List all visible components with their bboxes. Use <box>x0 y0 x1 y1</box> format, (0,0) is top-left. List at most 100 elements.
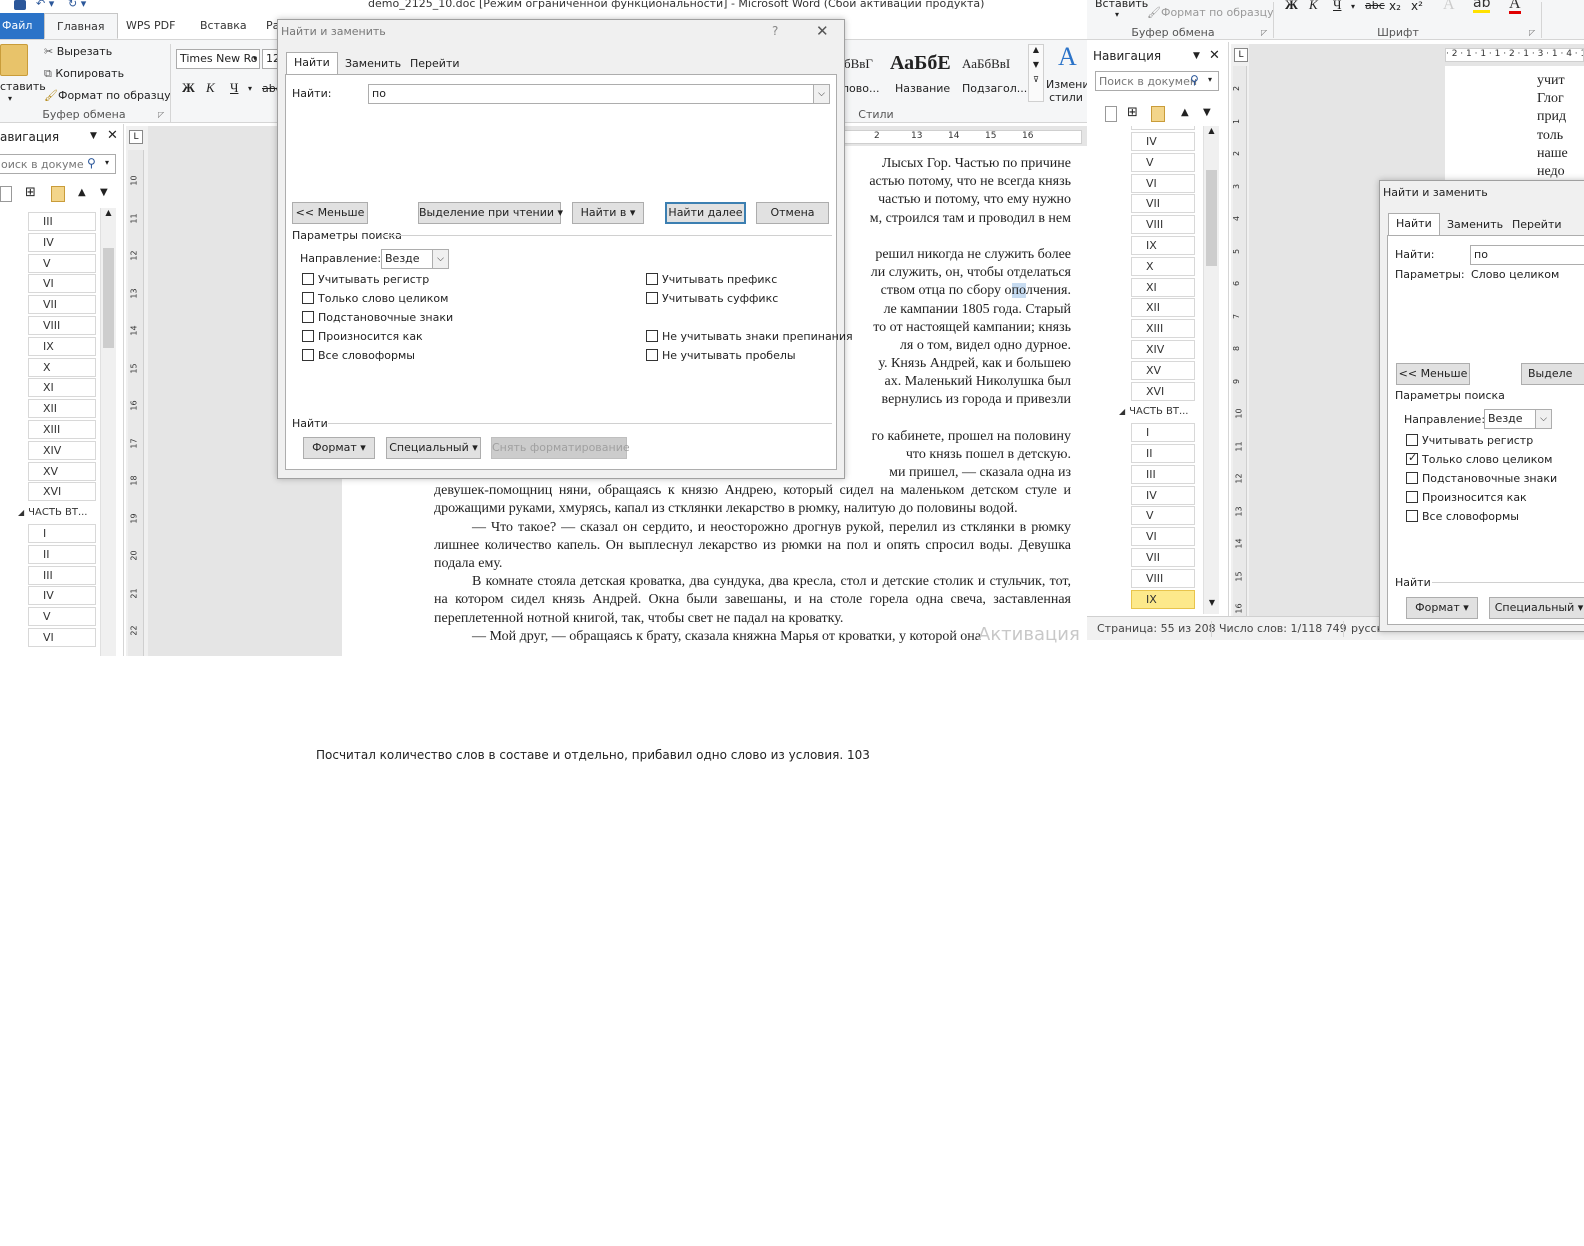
next-heading-icon[interactable]: ▼ <box>100 187 108 198</box>
nav-heading-item[interactable] <box>1131 126 1195 130</box>
nav-heading-item[interactable]: VIII <box>1131 215 1195 235</box>
strikethrough-button[interactable]: abc <box>1365 0 1385 12</box>
nav-heading-item[interactable]: IX <box>1131 236 1195 255</box>
find-next-button[interactable]: Найти далее <box>665 202 746 224</box>
cut-button[interactable]: ✂ Вырезать <box>44 45 112 58</box>
nav-heading-item[interactable]: XIV <box>28 440 96 460</box>
help-icon[interactable]: ? <box>772 24 778 38</box>
tab-selector-icon[interactable]: L <box>1234 48 1248 62</box>
nav-heading-item[interactable]: V <box>28 253 96 273</box>
nav-heading-item[interactable]: XI <box>1131 277 1195 297</box>
paste-dropdown-icon[interactable]: ▾ <box>8 94 12 103</box>
nav-search-input[interactable]: оиск в докуме ⚲ ▾ <box>0 154 116 174</box>
nav-heading-item[interactable]: IV <box>1131 132 1195 151</box>
cancel-button[interactable]: Отмена <box>756 202 829 224</box>
paste-button[interactable]: ставить <box>0 80 46 93</box>
nav-heading-item[interactable]: VII <box>28 295 96 315</box>
nav-part-heading[interactable]: ◢ ЧАСТЬ ВТ... <box>1119 402 1199 421</box>
nav-heading-item[interactable]: XVI <box>1131 381 1195 401</box>
format-button[interactable]: Формат ▾ <box>1406 597 1478 619</box>
nav-scrollbar[interactable]: ▲ ▼ <box>1203 126 1219 614</box>
option-checkbox[interactable]: Учитывать суффикс <box>646 292 778 305</box>
dialog-launcher-icon[interactable]: ◸ <box>158 110 164 119</box>
tab-wps-pdf[interactable]: WPS PDF <box>114 13 187 39</box>
nav-heading-item[interactable]: VI <box>28 628 96 647</box>
nav-part-heading[interactable]: ◢ ЧАСТЬ ВТ... <box>18 503 96 522</box>
pages-view-icon[interactable]: ⊞ <box>25 186 39 202</box>
bold-button[interactable]: Ж <box>182 80 195 96</box>
underline-button[interactable]: Ч <box>1333 0 1341 13</box>
option-checkbox[interactable]: Учитывать регистр <box>302 273 429 286</box>
reading-highlight-button[interactable]: Выделе <box>1521 363 1584 385</box>
scroll-thumb[interactable] <box>1206 170 1217 266</box>
checkbox-icon[interactable] <box>302 273 314 285</box>
nav-heading-item[interactable]: XIII <box>28 420 96 439</box>
checkbox-icon[interactable] <box>1406 451 1418 465</box>
prev-heading-icon[interactable]: ▲ <box>1181 107 1189 118</box>
nav-heading-item-selected[interactable]: IX <box>1131 589 1195 609</box>
nav-heading-item[interactable]: V <box>1131 152 1195 172</box>
option-checkbox[interactable]: Не учитывать знаки препинания <box>646 330 853 343</box>
option-checkbox[interactable]: Не учитывать пробелы <box>646 349 796 362</box>
font-color-icon[interactable]: A <box>1509 0 1521 14</box>
tab-find[interactable]: Найти <box>286 52 338 75</box>
chevron-down-icon[interactable]: ▾ <box>1351 2 1355 11</box>
tab-goto[interactable]: Перейти <box>403 54 467 74</box>
option-checkbox[interactable]: Учитывать регистр <box>1406 434 1533 447</box>
chevron-down-icon[interactable]: ▾ <box>1208 75 1212 84</box>
format-painter-button[interactable]: 🖌Формат по образцу <box>1147 6 1274 19</box>
nav-heading-item[interactable]: IV <box>28 232 96 252</box>
italic-button[interactable]: К <box>1309 0 1318 13</box>
option-checkbox[interactable]: Подстановочные знаки <box>1406 472 1557 485</box>
scroll-up-icon[interactable]: ▲ <box>1204 126 1219 135</box>
close-icon[interactable]: ✕ <box>1209 48 1220 63</box>
change-styles-button[interactable]: Изменить стили <box>1046 78 1087 104</box>
find-in-button[interactable]: Найти в ▾ <box>572 202 644 224</box>
prev-heading-icon[interactable]: ▲ <box>78 187 86 198</box>
nav-heading-item[interactable]: IX <box>28 336 96 356</box>
collapse-icon[interactable]: ◢ <box>18 508 24 517</box>
next-heading-icon[interactable]: ▼ <box>1203 107 1211 118</box>
search-icon[interactable]: ⚲ <box>87 156 96 170</box>
nav-heading-item[interactable]: XIV <box>1131 340 1195 359</box>
checkbox-icon[interactable] <box>302 349 314 361</box>
nav-heading-item[interactable]: IV <box>1131 485 1195 505</box>
close-icon[interactable]: ✕ <box>816 22 829 40</box>
checkbox-icon[interactable] <box>1406 491 1418 503</box>
results-view-icon[interactable] <box>51 186 65 202</box>
option-checkbox[interactable]: Учитывать префикс <box>646 273 777 286</box>
nav-heading-item[interactable]: X <box>28 357 96 377</box>
subscript-button[interactable]: x₂ <box>1389 0 1401 13</box>
pages-view-icon[interactable]: ⊞ <box>1127 106 1141 122</box>
save-icon[interactable] <box>14 0 26 10</box>
nav-heading-item[interactable]: VII <box>1131 194 1195 214</box>
style-preview-subtitle[interactable]: АаБбВвI <box>962 56 1010 72</box>
nav-search-input[interactable]: Поиск в докумен ⚲ ▾ <box>1095 71 1219 91</box>
tab-insert[interactable]: Вставка <box>188 13 259 39</box>
superscript-button[interactable]: x² <box>1411 0 1423 13</box>
option-checkbox[interactable]: Все словоформы <box>302 349 415 362</box>
highlight-color-icon[interactable]: ab <box>1473 0 1491 13</box>
find-input[interactable]: по <box>1470 245 1584 265</box>
nav-heading-item[interactable]: V <box>28 607 96 627</box>
checkbox-icon[interactable] <box>302 311 314 323</box>
headings-view-icon[interactable] <box>0 186 12 202</box>
chevron-down-icon[interactable]: ▾ <box>1115 10 1119 19</box>
direction-select[interactable]: Везде ⌵ <box>1484 409 1552 429</box>
checkbox-icon[interactable] <box>646 292 658 304</box>
checkbox-icon[interactable] <box>302 330 314 342</box>
checkbox-icon[interactable] <box>1406 510 1418 522</box>
tab-goto[interactable]: Перейти <box>1505 215 1569 235</box>
nav-heading-item[interactable]: XII <box>28 399 96 419</box>
checkbox-icon[interactable] <box>646 349 658 361</box>
chevron-down-icon[interactable]: ⌵ <box>1535 410 1551 428</box>
bold-button[interactable]: Ж <box>1285 0 1298 13</box>
status-word-count[interactable]: Число слов: 1/118 749 <box>1219 622 1347 635</box>
dialog-launcher-icon[interactable]: ◸ <box>1529 28 1535 37</box>
checkbox-icon[interactable] <box>302 292 314 304</box>
tab-home[interactable]: Главная <box>44 13 118 39</box>
tab-file[interactable]: Файл <box>0 13 47 39</box>
chevron-down-icon[interactable]: ⌵ <box>813 85 829 103</box>
more-icon[interactable]: ⊽ <box>1029 75 1043 84</box>
option-checkbox[interactable]: Только слово целиком <box>302 292 448 305</box>
